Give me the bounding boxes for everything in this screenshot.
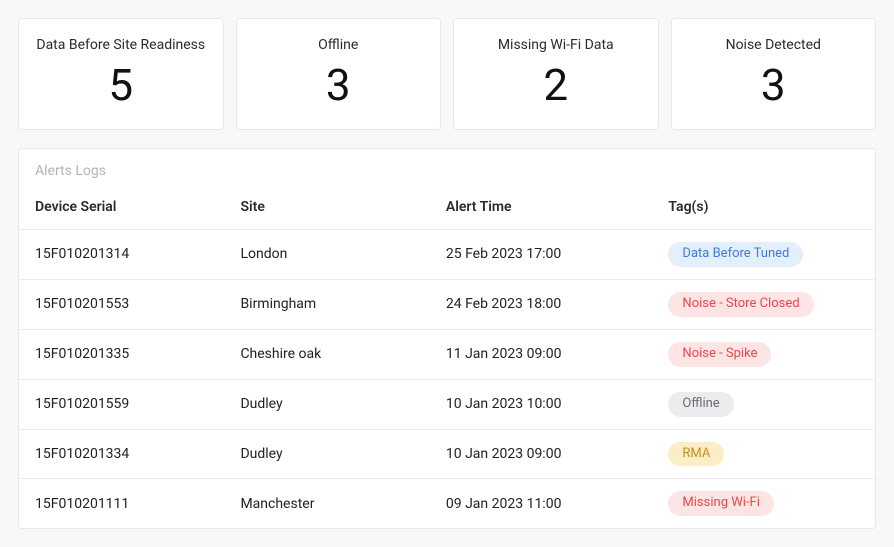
stat-card-label: Data Before Site Readiness	[35, 37, 207, 53]
cell-tags: Offline	[652, 379, 875, 429]
column-header-time[interactable]: Alert Time	[430, 189, 653, 230]
stat-card-value: 2	[470, 63, 642, 107]
cell-site: Cheshire oak	[224, 329, 429, 379]
cell-time: 25 Feb 2023 17:00	[430, 230, 653, 280]
cell-serial: 15F010201111	[19, 479, 224, 528]
cell-serial: 15F010201314	[19, 230, 224, 280]
cell-site: Birmingham	[224, 279, 429, 329]
cell-site: Manchester	[224, 479, 429, 528]
tag-badge[interactable]: Data Before Tuned	[668, 242, 803, 267]
alerts-logs-table: Device Serial Site Alert Time Tag(s) 15F…	[19, 189, 875, 528]
column-header-serial[interactable]: Device Serial	[19, 189, 224, 230]
alerts-logs-panel: Alerts Logs Device Serial Site Alert Tim…	[18, 148, 876, 529]
cell-tags: Noise - Spike	[652, 329, 875, 379]
table-row[interactable]: 15F010201553Birmingham24 Feb 2023 18:00 N…	[19, 279, 875, 329]
cell-time: 11 Jan 2023 09:00	[430, 329, 653, 379]
cell-tags: RMA	[652, 429, 875, 479]
cell-time: 10 Jan 2023 10:00	[430, 379, 653, 429]
cell-serial: 15F010201559	[19, 379, 224, 429]
cell-site: Dudley	[224, 379, 429, 429]
column-header-site[interactable]: Site	[224, 189, 429, 230]
stat-card-label: Missing Wi-Fi Data	[470, 37, 642, 53]
cell-time: 24 Feb 2023 18:00	[430, 279, 653, 329]
panel-title: Alerts Logs	[19, 149, 875, 189]
cell-time: 09 Jan 2023 11:00	[430, 479, 653, 528]
column-header-tags[interactable]: Tag(s)	[652, 189, 875, 230]
table-row[interactable]: 15F010201314London25 Feb 2023 17:00 Data …	[19, 230, 875, 280]
stat-card-value: 5	[35, 63, 207, 107]
tag-badge[interactable]: Offline	[668, 392, 733, 417]
table-header-row: Device Serial Site Alert Time Tag(s)	[19, 189, 875, 230]
tag-badge[interactable]: RMA	[668, 442, 724, 467]
cell-site: London	[224, 230, 429, 280]
stat-card-data-before-site-readiness[interactable]: Data Before Site Readiness 5	[18, 18, 224, 130]
stat-card-missing-wifi-data[interactable]: Missing Wi-Fi Data 2	[453, 18, 659, 130]
tag-badge[interactable]: Noise - Store Closed	[668, 292, 813, 317]
table-row[interactable]: 15F010201111Manchester09 Jan 2023 11:00 M…	[19, 479, 875, 528]
cell-tags: Noise - Store Closed	[652, 279, 875, 329]
stat-card-value: 3	[688, 63, 860, 107]
cell-tags: Data Before Tuned	[652, 230, 875, 280]
table-row[interactable]: 15F010201335Cheshire oak11 Jan 2023 09:0…	[19, 329, 875, 379]
stat-card-offline[interactable]: Offline 3	[236, 18, 442, 130]
cell-site: Dudley	[224, 429, 429, 479]
cell-tags: Missing Wi-Fi	[652, 479, 875, 528]
table-row[interactable]: 15F010201559Dudley10 Jan 2023 10:00 Offli…	[19, 379, 875, 429]
tag-badge[interactable]: Missing Wi-Fi	[668, 491, 773, 516]
cell-serial: 15F010201334	[19, 429, 224, 479]
cell-serial: 15F010201335	[19, 329, 224, 379]
stat-card-noise-detected[interactable]: Noise Detected 3	[671, 18, 877, 130]
cell-time: 10 Jan 2023 09:00	[430, 429, 653, 479]
stat-cards: Data Before Site Readiness 5 Offline 3 M…	[18, 18, 876, 130]
cell-serial: 15F010201553	[19, 279, 224, 329]
stat-card-label: Offline	[253, 37, 425, 53]
table-row[interactable]: 15F010201334Dudley10 Jan 2023 09:00 RMA	[19, 429, 875, 479]
stat-card-label: Noise Detected	[688, 37, 860, 53]
stat-card-value: 3	[253, 63, 425, 107]
tag-badge[interactable]: Noise - Spike	[668, 342, 771, 367]
